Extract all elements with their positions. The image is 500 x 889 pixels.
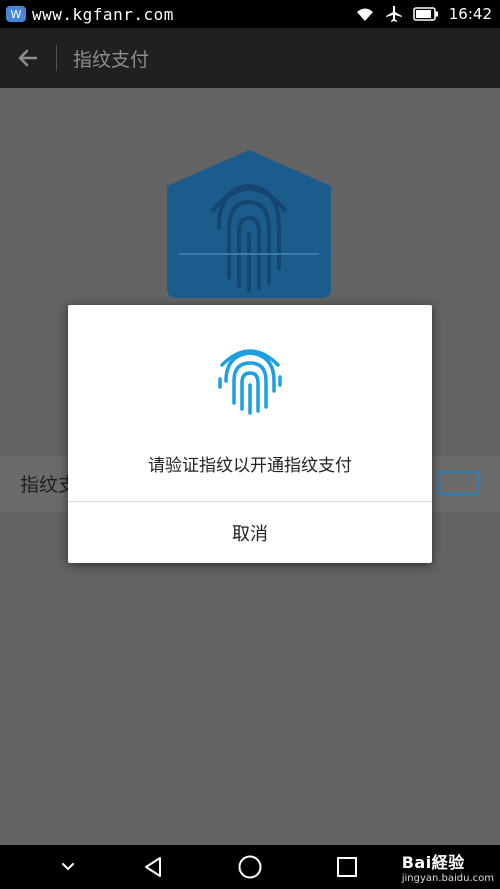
site-watermark-text: www.kgfanr.com	[32, 4, 174, 24]
back-button[interactable]	[0, 28, 56, 88]
wifi-icon	[356, 8, 373, 21]
back-triangle-icon	[145, 857, 161, 877]
status-bar: W www.kgfanr.com 16:42	[0, 0, 500, 28]
home-circle-icon	[238, 855, 262, 879]
battery-icon	[413, 7, 438, 21]
fingerprint-verify-dialog: 请验证指纹以开通指纹支付 取消	[68, 305, 432, 563]
clock: 16:42	[448, 5, 492, 23]
fingerprint-pay-toggle[interactable]	[437, 471, 479, 495]
nav-recents-button[interactable]	[317, 845, 377, 889]
nav-back-button[interactable]	[123, 845, 183, 889]
nav-hide-button[interactable]	[38, 845, 98, 889]
page-title: 指纹支付	[73, 48, 150, 71]
site-logo-icon: W	[6, 6, 26, 22]
fingerprint-icon	[218, 349, 282, 415]
app-bar: 指纹支付	[0, 28, 500, 88]
system-nav-bar: Bai経验 jingyan.baidu.com	[0, 845, 500, 889]
watermark-url: jingyan.baidu.com	[401, 873, 494, 884]
recents-square-icon	[337, 857, 357, 877]
arrow-left-icon	[18, 49, 38, 67]
baidu-jingyan-watermark: Bai経验 jingyan.baidu.com	[402, 849, 494, 884]
airplane-icon	[385, 6, 402, 22]
cancel-button[interactable]: 取消	[68, 502, 432, 563]
appbar-divider	[56, 45, 57, 71]
chevron-down-icon	[62, 863, 74, 871]
fingerprint-hero-icon	[167, 150, 331, 298]
watermark-brand: Bai経验	[401, 853, 465, 872]
nav-home-button[interactable]	[220, 845, 280, 889]
dialog-message: 请验证指纹以开通指纹支付	[148, 456, 352, 476]
